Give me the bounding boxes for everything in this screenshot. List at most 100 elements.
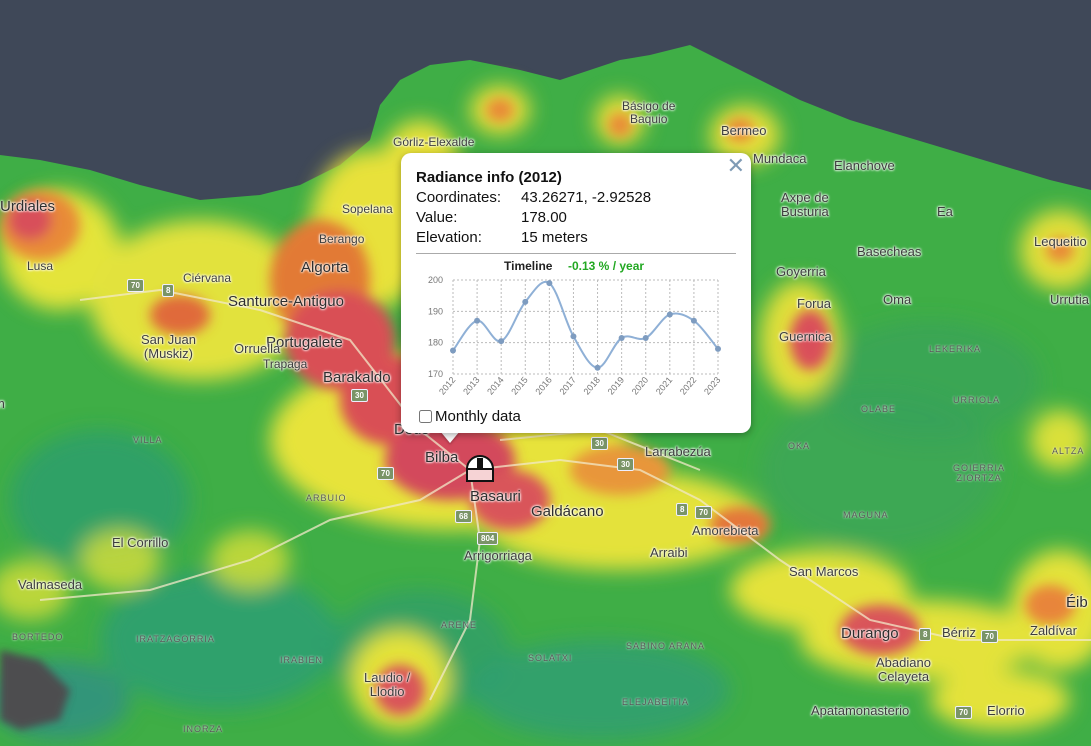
place-label: Laudio / Llodio xyxy=(364,670,411,699)
place-label: Goyerria xyxy=(776,264,826,279)
place-label: Guernica xyxy=(779,329,832,344)
place-label: San Marcos xyxy=(789,564,859,579)
place-label: Berango xyxy=(319,232,365,246)
place-label: m xyxy=(0,397,5,411)
data-point xyxy=(570,333,577,340)
place-label: Santurce-Antiguo xyxy=(228,293,344,310)
place-label: Forua xyxy=(797,296,831,311)
district-label: OKA xyxy=(788,441,811,451)
elevation-value: 15 meters xyxy=(521,229,588,246)
place-label: Apatamonasterio xyxy=(811,703,910,718)
place-label: Algorta xyxy=(301,259,349,276)
place-label: Básigo de Baquio xyxy=(622,99,676,126)
district-label: ARBUIO xyxy=(306,493,347,503)
district-label: INORZA xyxy=(183,724,224,734)
data-point xyxy=(546,280,553,287)
popup-title: Radiance info (2012) xyxy=(416,169,562,186)
observatory-icon[interactable] xyxy=(464,452,496,484)
road-shield: 68 xyxy=(455,510,472,523)
place-label: Durango xyxy=(841,625,899,642)
place-label: El Corrillo xyxy=(112,535,169,550)
place-label: Ea xyxy=(937,204,953,219)
data-point xyxy=(690,317,697,324)
place-label: Orruella xyxy=(234,341,281,356)
elevation-row: Elevation: 15 meters xyxy=(416,229,588,246)
district-label: OLABE xyxy=(861,404,897,414)
x-tick-label: 2015 xyxy=(509,375,530,397)
x-tick-label: 2022 xyxy=(678,375,699,397)
monthly-data-checkbox[interactable] xyxy=(419,410,432,423)
place-label: Basecheas xyxy=(857,244,922,259)
x-tick-label: 2013 xyxy=(461,375,482,397)
monthly-data-label: Monthly data xyxy=(435,408,521,425)
district-label: LEKERIKA xyxy=(929,344,982,354)
road-shield: 8 xyxy=(676,503,689,516)
y-tick-label: 170 xyxy=(428,369,443,379)
place-label: Arrigorriaga xyxy=(464,548,532,563)
district-label: BORTEDO xyxy=(12,632,64,642)
place-label: Elorrio xyxy=(987,703,1025,718)
place-label: Abadiano Celayeta xyxy=(876,655,931,684)
place-label: Lusa xyxy=(27,259,54,273)
district-label: ALTZA xyxy=(1052,446,1085,456)
district-label: VILLA xyxy=(133,435,163,445)
district-label: SABINO ARANA xyxy=(626,641,706,651)
data-point xyxy=(450,347,456,354)
place-label: Valmaseda xyxy=(18,577,83,592)
place-label: -Urdiales xyxy=(0,198,56,215)
close-icon[interactable]: ✕ xyxy=(727,155,745,177)
y-tick-label: 180 xyxy=(428,338,443,348)
x-tick-label: 2017 xyxy=(557,375,578,397)
place-label: Trapaga xyxy=(263,357,308,371)
y-tick-label: 200 xyxy=(428,275,443,285)
place-label: Axpe de Busturia xyxy=(781,190,829,219)
road-shield: 70 xyxy=(955,706,972,719)
x-tick-label: 2023 xyxy=(702,375,723,397)
coordinates-label: Coordinates: xyxy=(416,189,502,206)
place-label: Larrabezúa xyxy=(645,444,711,459)
place-label: Ciérvana xyxy=(183,271,232,285)
data-point xyxy=(522,298,529,305)
data-point xyxy=(715,345,721,352)
data-point xyxy=(618,334,625,341)
place-label: Bermeo xyxy=(721,123,767,138)
place-label: Zaldívar xyxy=(1030,623,1077,638)
radiance-info-popup: ✕ Radiance info (2012) Coordinates: 43.26… xyxy=(401,153,751,433)
x-tick-label: 2018 xyxy=(582,375,603,397)
place-label: Arraibi xyxy=(650,545,688,560)
district-label: ELEJABEITIA xyxy=(622,697,690,707)
chart-title: Timeline xyxy=(504,259,553,273)
district-label: IRATZAGORRIA xyxy=(136,634,215,644)
road-shield: 30 xyxy=(591,437,608,450)
x-tick-label: 2014 xyxy=(485,375,506,397)
district-label: SOLATXI xyxy=(528,653,573,663)
timeline-chart: Timeline -0.13 % / year1701801902002012 20… xyxy=(428,259,723,397)
popup-divider xyxy=(416,253,736,254)
place-label: Górliz-Elexalde xyxy=(393,135,475,149)
value-row: Value: 178.00 xyxy=(416,209,567,226)
road-shield: 70 xyxy=(377,467,394,480)
road-shield: 8 xyxy=(919,628,932,641)
place-label: Bilba xyxy=(425,449,459,466)
place-label: Galdácano xyxy=(531,503,604,520)
data-point xyxy=(474,317,481,324)
data-point xyxy=(594,364,601,371)
data-point xyxy=(642,334,649,341)
x-tick-label: 2016 xyxy=(533,375,554,397)
coordinates-value: 43.26271, -2.92528 xyxy=(521,189,652,206)
road-shield: 8 xyxy=(162,284,175,297)
place-label: Bérriz xyxy=(942,625,976,640)
monthly-data-toggle[interactable]: Monthly data xyxy=(419,408,521,425)
x-tick-label: 2020 xyxy=(630,375,651,397)
place-label: Sopelana xyxy=(342,202,393,216)
place-label: Barakaldo xyxy=(323,369,391,386)
elevation-label: Elevation: xyxy=(416,229,482,246)
data-point xyxy=(666,311,673,318)
district-label: URRIOLA xyxy=(953,395,1001,405)
road-shield: 70 xyxy=(127,279,144,292)
district-label: ARENE xyxy=(441,620,478,630)
place-label: Elanchove xyxy=(834,158,895,173)
x-tick-label: 2019 xyxy=(606,375,627,397)
x-tick-label: 2021 xyxy=(654,375,675,397)
place-label: Urrutia xyxy=(1050,292,1090,307)
